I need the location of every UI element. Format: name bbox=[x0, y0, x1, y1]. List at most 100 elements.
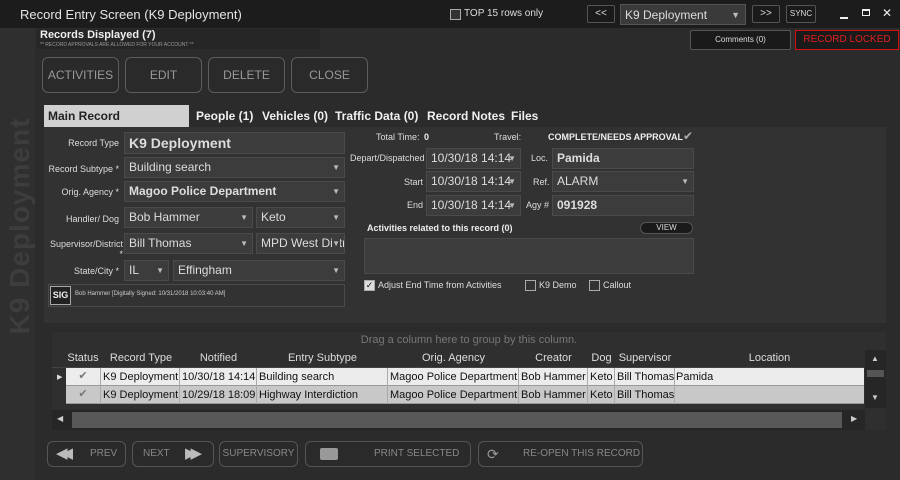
location-field[interactable]: Pamida bbox=[552, 148, 694, 169]
horizontal-scrollbar-thumb[interactable] bbox=[72, 412, 842, 428]
state-value: IL bbox=[129, 263, 140, 277]
agency-number-field[interactable]: 091928 bbox=[552, 195, 694, 216]
column-header-record-type[interactable]: Record Type bbox=[101, 352, 181, 364]
table-row[interactable]: ✔ K9 Deployment 10/29/18 18:09 Highway I… bbox=[66, 386, 864, 404]
vertical-scrollbar-thumb[interactable] bbox=[867, 370, 884, 377]
tab-traffic-data[interactable]: Traffic Data (0) bbox=[335, 105, 418, 127]
start-datetime[interactable]: 10/30/18 14:14 ▼ bbox=[426, 171, 521, 192]
printer-icon bbox=[320, 448, 338, 460]
tab-files[interactable]: Files bbox=[511, 105, 538, 127]
top15-checkbox[interactable] bbox=[450, 9, 461, 20]
column-divider bbox=[614, 368, 615, 404]
supervisor-select[interactable]: Bill Thomas ▼ bbox=[124, 233, 253, 254]
column-divider bbox=[100, 368, 101, 404]
handler-select[interactable]: Bob Hammer ▼ bbox=[124, 207, 253, 228]
column-divider bbox=[587, 368, 588, 404]
tab-main-record[interactable]: Main Record Information bbox=[44, 105, 189, 145]
column-header-location[interactable]: Location bbox=[675, 352, 864, 364]
column-divider bbox=[256, 368, 257, 404]
scroll-right-icon[interactable]: ▶ bbox=[851, 414, 857, 423]
previous-record-button[interactable]: << bbox=[587, 5, 615, 23]
column-header-creator[interactable]: Creator bbox=[519, 352, 588, 364]
end-label: End bbox=[406, 200, 423, 210]
agency-number-label: Agy # bbox=[526, 200, 550, 210]
comments-button[interactable]: Comments (0) bbox=[690, 30, 791, 50]
activities-list bbox=[364, 238, 694, 274]
record-subtype-select[interactable]: Building search ▼ bbox=[124, 157, 345, 178]
record-type-select[interactable]: K9 Deployment ▼ bbox=[620, 4, 746, 25]
state-select[interactable]: IL ▼ bbox=[124, 260, 169, 281]
cell-location: Pamida bbox=[676, 371, 714, 383]
adjust-end-time-label: Adjust End Time from Activities bbox=[378, 280, 502, 290]
refresh-icon: ⟳ bbox=[487, 446, 499, 462]
sidebar-vertical-title: K9 Deployment bbox=[4, 117, 35, 335]
start-label: Start bbox=[403, 177, 423, 187]
record-type-field[interactable]: K9 Deployment bbox=[124, 132, 345, 154]
column-header-notified[interactable]: Notified bbox=[180, 352, 257, 364]
handler-value: Bob Hammer bbox=[129, 210, 200, 224]
close-button[interactable]: CLOSE bbox=[291, 57, 368, 93]
tab-people[interactable]: People (1) bbox=[196, 105, 253, 127]
depart-datetime[interactable]: 10/30/18 14:14 ▼ bbox=[426, 148, 521, 169]
status-check-icon: ✔ bbox=[78, 388, 88, 400]
record-subtype-value: Building search bbox=[129, 160, 212, 174]
scroll-up-icon[interactable]: ▲ bbox=[871, 354, 879, 363]
prev-button[interactable]: ◀◀ PREV bbox=[47, 441, 126, 467]
activities-button[interactable]: ACTIVITIES bbox=[42, 57, 119, 93]
minimize-icon[interactable] bbox=[840, 8, 849, 22]
cell-notified: 10/29/18 18:09 bbox=[182, 389, 256, 401]
supervisory-button[interactable]: SUPERVISORY bbox=[219, 441, 298, 467]
supervisor-district-label: Supervisor/District * bbox=[49, 239, 123, 259]
view-activities-button[interactable]: VIEW bbox=[640, 222, 693, 234]
scroll-down-icon[interactable]: ▼ bbox=[871, 393, 879, 402]
city-select[interactable]: Effingham ▼ bbox=[173, 260, 345, 281]
records-displayed: Records Displayed (7) bbox=[40, 29, 156, 41]
print-selected-button[interactable]: PRINT SELECTED bbox=[305, 441, 471, 467]
record-locked-badge: RECORD LOCKED bbox=[795, 30, 899, 50]
column-header-status[interactable]: Status bbox=[66, 352, 100, 364]
loc-label: Loc. bbox=[531, 153, 549, 163]
record-status-text: COMPLETE/NEEDS APPROVAL bbox=[548, 132, 684, 142]
dog-select[interactable]: Keto ▼ bbox=[256, 207, 345, 228]
callout-checkbox[interactable] bbox=[589, 280, 600, 291]
tab-record-notes[interactable]: Record Notes bbox=[427, 105, 505, 127]
close-icon[interactable]: ✕ bbox=[882, 6, 892, 20]
reopen-record-button[interactable]: ⟳ RE-OPEN THIS RECORD bbox=[478, 441, 643, 467]
column-header-orig-agency[interactable]: Orig. Agency bbox=[388, 352, 519, 364]
maximize-icon[interactable] bbox=[862, 9, 870, 16]
column-header-entry-subtype[interactable]: Entry Subtype bbox=[257, 352, 388, 364]
ref-select[interactable]: ALARM ▼ bbox=[552, 171, 694, 192]
scroll-left-icon[interactable]: ◀ bbox=[57, 414, 63, 423]
delete-button[interactable]: DELETE bbox=[208, 57, 285, 93]
edit-button[interactable]: EDIT bbox=[125, 57, 202, 93]
sig-button[interactable]: SIG bbox=[50, 286, 71, 305]
column-divider bbox=[518, 368, 519, 404]
column-header-supervisor[interactable]: Supervisor bbox=[615, 352, 675, 364]
chevron-down-icon: ▼ bbox=[332, 187, 340, 196]
next-button[interactable]: NEXT ▶▶ bbox=[132, 441, 214, 467]
table-row[interactable]: ✔ K9 Deployment 10/30/18 14:14 Building … bbox=[66, 368, 864, 386]
next-record-button[interactable]: >> bbox=[752, 5, 780, 23]
dog-value: Keto bbox=[261, 210, 286, 224]
adjust-end-time-checkbox[interactable]: ✓ bbox=[364, 280, 375, 291]
orig-agency-select[interactable]: Magoo Police Department ▼ bbox=[124, 181, 345, 202]
supervisor-value: Bill Thomas bbox=[129, 236, 192, 250]
state-city-label: State/City * bbox=[73, 266, 119, 276]
sync-button[interactable]: SYNC bbox=[786, 5, 816, 23]
end-value: 10/30/18 14:14 bbox=[431, 198, 512, 212]
cell-entry-subtype: Building search bbox=[259, 371, 335, 383]
k9-demo-checkbox[interactable] bbox=[525, 280, 536, 291]
district-select[interactable]: MPD West Distri ▼ bbox=[256, 233, 345, 254]
tab-vehicles[interactable]: Vehicles (0) bbox=[262, 105, 328, 127]
chevron-down-icon: ▼ bbox=[332, 266, 340, 275]
orig-agency-value: Magoo Police Department bbox=[129, 184, 277, 198]
start-value: 10/30/18 14:14 bbox=[431, 174, 512, 188]
column-header-dog[interactable]: Dog bbox=[588, 352, 615, 364]
record-type-label: Record Type bbox=[68, 138, 119, 148]
chevron-down-icon: ▼ bbox=[332, 213, 340, 222]
fast-forward-icon: ▶▶ bbox=[185, 445, 202, 462]
end-datetime[interactable]: 10/30/18 14:14 ▼ bbox=[426, 195, 521, 216]
reopen-record-label: RE-OPEN THIS RECORD bbox=[523, 448, 641, 459]
cell-entry-subtype: Highway Interdiction bbox=[259, 389, 359, 401]
callout-label: Callout bbox=[603, 280, 632, 290]
